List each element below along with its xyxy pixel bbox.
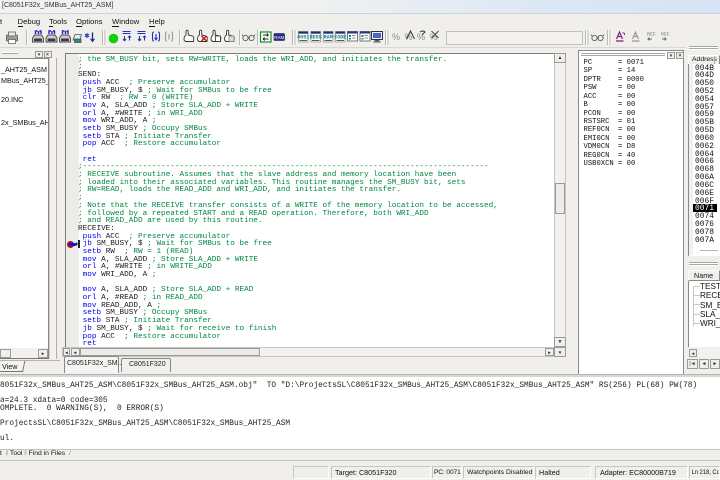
svg-text:REGS: REGS bbox=[310, 35, 322, 41]
svg-text:8051: 8051 bbox=[297, 35, 309, 41]
svg-text:RAM: RAM bbox=[324, 35, 333, 41]
svg-text:%: % bbox=[392, 32, 400, 42]
svg-text:RAM: RAM bbox=[274, 35, 284, 40]
svg-text:REF.: REF. bbox=[661, 32, 670, 37]
svg-text:CODE: CODE bbox=[334, 35, 346, 41]
svg-text:REF.: REF. bbox=[647, 32, 656, 37]
